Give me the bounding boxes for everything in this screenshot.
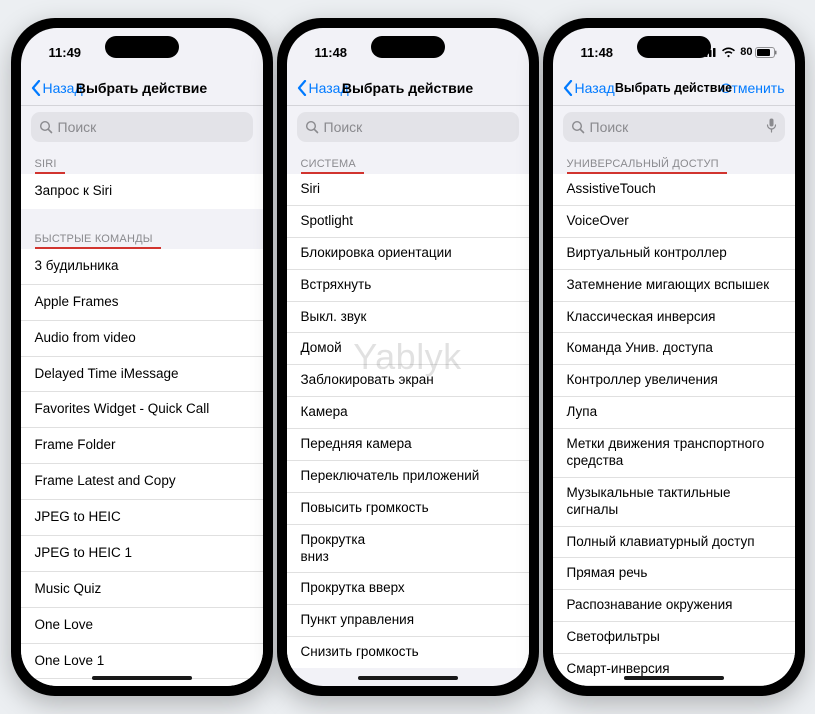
search-input[interactable]: Поиск (31, 112, 253, 142)
list-item[interactable]: Favorites Widget - Quick Call (21, 392, 263, 428)
list-item[interactable]: Классическая инверсия (553, 302, 795, 334)
search-icon (571, 120, 585, 134)
search-input[interactable]: Поиск (297, 112, 519, 142)
home-indicator[interactable] (358, 676, 458, 680)
page-title: Выбрать действие (76, 80, 207, 96)
search-icon (39, 120, 53, 134)
list-item[interactable]: Apple Frames (21, 285, 263, 321)
list-item[interactable]: Прокрутка вниз (287, 525, 529, 574)
mic-icon[interactable] (766, 118, 777, 136)
list-item[interactable]: Затемнение мигающих вспышек (553, 270, 795, 302)
status-time: 11:48 (315, 45, 348, 60)
section-header-siri: SIRI (21, 150, 71, 174)
dynamic-island (371, 36, 445, 58)
list-item[interactable]: Передняя камера (287, 429, 529, 461)
page-title: Выбрать действие (342, 80, 473, 96)
nav-bar: Назад Выбрать действие (21, 70, 263, 106)
list-item[interactable]: Police (21, 679, 263, 686)
list-item[interactable]: Выкл. звук (287, 302, 529, 334)
list-item[interactable]: Лупа (553, 397, 795, 429)
list-item[interactable]: AssistiveTouch (553, 174, 795, 206)
search-placeholder: Поиск (58, 119, 97, 135)
phone-frame-1: 11:49 Назад Выбрать действие Поиск SIRI … (11, 18, 273, 696)
list-item[interactable]: 3 будильника (21, 249, 263, 285)
list-item[interactable]: Delayed Time iMessage (21, 357, 263, 393)
search-placeholder: Поиск (324, 119, 363, 135)
system-list: Siri Spotlight Блокировка ориентации Вст… (287, 174, 529, 668)
list-item[interactable]: VoiceOver (553, 206, 795, 238)
back-button[interactable]: Назад (31, 80, 83, 96)
back-button[interactable]: Назад (563, 80, 615, 96)
list-item[interactable]: Домой (287, 333, 529, 365)
list-content[interactable]: SIRI Запрос к Siri БЫСТРЫЕ КОМАНДЫ 3 буд… (21, 150, 263, 686)
list-item[interactable]: Полный клавиатурный доступ (553, 527, 795, 559)
list-item[interactable]: Распознавание окружения (553, 590, 795, 622)
section-header-accessibility: УНИВЕРСАЛЬНЫЙ ДОСТУП (553, 150, 733, 174)
search-input[interactable]: Поиск (563, 112, 785, 142)
phone-frame-3: 11:48 80 Назад Выбрать действие Отме (543, 18, 805, 696)
dynamic-island (105, 36, 179, 58)
list-item[interactable]: Контроллер увеличения (553, 365, 795, 397)
chevron-left-icon (31, 80, 41, 96)
list-item[interactable]: Прокрутка вверх (287, 573, 529, 605)
list-item[interactable]: Переключатель приложений (287, 461, 529, 493)
wifi-icon (721, 47, 736, 58)
list-item[interactable]: Метки движения транспортного средства (553, 429, 795, 478)
list-item[interactable]: One Love 1 (21, 644, 263, 680)
siri-list: Запрос к Siri (21, 174, 263, 209)
list-item[interactable]: Spotlight (287, 206, 529, 238)
shortcuts-list: 3 будильника Apple Frames Audio from vid… (21, 249, 263, 686)
list-content[interactable]: СИСТЕМА Siri Spotlight Блокировка ориент… (287, 150, 529, 686)
list-item[interactable]: Виртуальный контроллер (553, 238, 795, 270)
list-item[interactable]: Повысить громкость (287, 493, 529, 525)
list-item[interactable]: JPEG to HEIC (21, 500, 263, 536)
list-item[interactable]: Команда Унив. доступа (553, 333, 795, 365)
list-item[interactable]: Music Quiz (21, 572, 263, 608)
section-header-system: СИСТЕМА (287, 150, 370, 174)
nav-bar: Назад Выбрать действие Отменить (553, 70, 795, 106)
nav-bar: Назад Выбрать действие (287, 70, 529, 106)
section-header-shortcuts: БЫСТРЫЕ КОМАНДЫ (21, 225, 167, 249)
dynamic-island (637, 36, 711, 58)
status-time: 11:48 (581, 45, 614, 60)
list-item[interactable]: JPEG to HEIC 1 (21, 536, 263, 572)
list-item[interactable]: Камера (287, 397, 529, 429)
list-item[interactable]: One Love (21, 608, 263, 644)
list-item[interactable]: Снизить громкость (287, 637, 529, 668)
home-indicator[interactable] (92, 676, 192, 680)
list-item[interactable]: Пункт управления (287, 605, 529, 637)
list-item[interactable]: Запрос к Siri (21, 174, 263, 209)
list-item[interactable]: Музыкальные тактильные сигналы (553, 478, 795, 527)
home-indicator[interactable] (624, 676, 724, 680)
list-item[interactable]: Смарт-инверсия (553, 654, 795, 686)
phone-frame-2: 11:48 Назад Выбрать действие Поиск СИСТЕ… (277, 18, 539, 696)
battery-percent: 80 (740, 46, 752, 58)
list-item[interactable]: Frame Latest and Copy (21, 464, 263, 500)
list-item[interactable]: Блокировка ориентации (287, 238, 529, 270)
list-item[interactable]: Siri (287, 174, 529, 206)
battery-icon: 80 (740, 46, 776, 58)
list-item[interactable]: Audio from video (21, 321, 263, 357)
list-item[interactable]: Заблокировать экран (287, 365, 529, 397)
list-item[interactable]: Встряхнуть (287, 270, 529, 302)
back-label: Назад (575, 80, 615, 96)
list-item[interactable]: Прямая речь (553, 558, 795, 590)
search-placeholder: Поиск (590, 119, 629, 135)
chevron-left-icon (297, 80, 307, 96)
accessibility-list: AssistiveTouch VoiceOver Виртуальный кон… (553, 174, 795, 686)
list-item[interactable]: Frame Folder (21, 428, 263, 464)
list-item[interactable]: Светофильтры (553, 622, 795, 654)
page-title: Выбрать действие (615, 81, 732, 95)
chevron-left-icon (563, 80, 573, 96)
back-button[interactable]: Назад (297, 80, 349, 96)
status-time: 11:49 (49, 45, 82, 60)
search-icon (305, 120, 319, 134)
list-content[interactable]: УНИВЕРСАЛЬНЫЙ ДОСТУП AssistiveTouch Voic… (553, 150, 795, 686)
